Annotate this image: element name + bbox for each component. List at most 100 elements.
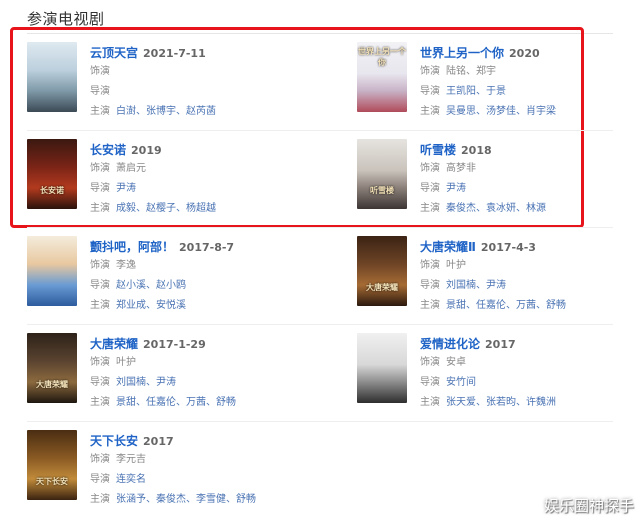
cast-member-link[interactable]: 任嘉伦	[146, 397, 176, 408]
cast-member-link[interactable]: 舒畅	[236, 494, 256, 505]
series-headline: 天下长安 2017	[90, 430, 330, 450]
series-date: 2017	[485, 338, 516, 351]
role-label: 饰演	[90, 357, 110, 368]
cast-line: 主演 张天爱、张若昀、许魏洲	[420, 393, 640, 413]
director-value[interactable]: 连奕名	[116, 474, 146, 485]
cast-separator: 、	[536, 300, 546, 311]
section-title: 参演电视剧	[27, 10, 105, 28]
cast-member-link[interactable]: 许魏洲	[526, 397, 556, 408]
series-info: 爱情进化论 2017 饰演 安卓 导演 安竹间 主演 张天爱、张若昀、许魏洲	[420, 333, 640, 413]
poster-image[interactable]	[27, 236, 77, 306]
cast-line: 主演 景甜、任嘉伦、万茜、舒畅	[420, 296, 640, 316]
poster-image[interactable]: 大唐荣耀	[27, 333, 77, 403]
poster-image[interactable]: 天下长安	[27, 430, 77, 500]
row-divider	[27, 421, 613, 422]
red-highlight-box	[10, 27, 584, 228]
row-divider	[27, 227, 613, 228]
cast-member-link[interactable]: 张涵予	[116, 494, 146, 505]
poster-title-art: 大唐荣耀	[36, 379, 68, 389]
series-headline: 大唐荣耀Ⅱ 2017-4-3	[420, 236, 640, 256]
cast-separator: 、	[146, 494, 156, 505]
cast-member-link[interactable]: 郑业成	[116, 300, 146, 311]
series-date: 2017-4-3	[480, 241, 536, 254]
series-date: 2017	[143, 435, 174, 448]
director-value[interactable]: 安竹间	[446, 377, 476, 388]
series-headline: 爱情进化论 2017	[420, 333, 640, 353]
role-label: 饰演	[90, 260, 110, 271]
role-line: 饰演 安卓	[420, 353, 640, 373]
role-label: 饰演	[90, 454, 110, 465]
cast-member-link[interactable]: 舒畅	[546, 300, 566, 311]
cast-member-link[interactable]: 万茜	[186, 397, 206, 408]
role-line: 饰演 李逸	[90, 256, 330, 276]
cast-member-link[interactable]: 张若昀	[486, 397, 516, 408]
cast-separator: 、	[206, 397, 216, 408]
role-line: 饰演 叶护	[90, 353, 330, 373]
role-value: 李逸	[116, 260, 136, 271]
tv-series-card: 天下长安 天下长安 2017 饰演 李元吉 导演 连奕名 主演 张涵予、秦俊杰、李雪健、舒畅	[27, 421, 327, 518]
cast-separator: 、	[186, 494, 196, 505]
series-title-link[interactable]: 天下长安	[90, 434, 138, 448]
director-label: 导演	[420, 377, 440, 388]
cast-separator: 、	[466, 300, 476, 311]
cast-member-link[interactable]: 景甜	[116, 397, 136, 408]
series-date: 2017-8-7	[179, 241, 235, 254]
role-value: 李元吉	[116, 454, 146, 465]
series-date: 2017-1-29	[143, 338, 206, 351]
cast-separator: 、	[146, 300, 156, 311]
cast-member-link[interactable]: 秦俊杰	[156, 494, 186, 505]
director-value[interactable]: 刘国楠、尹涛	[116, 377, 176, 388]
series-title-link[interactable]: 大唐荣耀Ⅱ	[420, 240, 476, 254]
director-label: 导演	[90, 377, 110, 388]
cast-separator: 、	[136, 397, 146, 408]
row-divider	[27, 130, 613, 131]
series-info: 颤抖吧，阿部！ 2017-8-7 饰演 李逸 导演 赵小溪、赵小鸥 主演 郑业成、安悦溪	[90, 236, 330, 316]
series-headline: 大唐荣耀 2017-1-29	[90, 333, 330, 353]
cast-member-link[interactable]: 舒畅	[216, 397, 236, 408]
cast-separator: 、	[476, 397, 486, 408]
cast-member-link[interactable]: 李雪健	[196, 494, 226, 505]
director-label: 导演	[420, 280, 440, 291]
director-value[interactable]: 刘国楠、尹涛	[446, 280, 506, 291]
director-line: 导演 连奕名	[90, 470, 330, 490]
series-info: 天下长安 2017 饰演 李元吉 导演 连奕名 主演 张涵予、秦俊杰、李雪健、舒畅	[90, 430, 330, 510]
role-value: 安卓	[446, 357, 466, 368]
cast-label: 主演	[420, 300, 440, 311]
series-title-link[interactable]: 大唐荣耀	[90, 337, 138, 351]
cast-label: 主演	[420, 397, 440, 408]
director-line: 导演 安竹间	[420, 373, 640, 393]
cast-member-link[interactable]: 任嘉伦	[476, 300, 506, 311]
cast-member-link[interactable]: 安悦溪	[156, 300, 186, 311]
role-label: 饰演	[420, 357, 440, 368]
cast-member-link[interactable]: 张天爱	[446, 397, 476, 408]
cast-label: 主演	[90, 494, 110, 505]
poster-image[interactable]	[357, 333, 407, 403]
row-divider	[27, 324, 613, 325]
role-value: 叶护	[116, 357, 136, 368]
director-line: 导演 赵小溪、赵小鸥	[90, 276, 330, 296]
cast-line: 主演 张涵予、秦俊杰、李雪健、舒畅	[90, 490, 330, 510]
director-line: 导演 刘国楠、尹涛	[420, 276, 640, 296]
watermark: 娱乐圈神探手	[543, 497, 634, 515]
poster-image[interactable]: 大唐荣耀	[357, 236, 407, 306]
cast-line: 主演 郑业成、安悦溪	[90, 296, 330, 316]
director-line: 导演 刘国楠、尹涛	[90, 373, 330, 393]
series-info: 大唐荣耀Ⅱ 2017-4-3 饰演 叶护 导演 刘国楠、尹涛 主演 景甜、任嘉伦、万茜、舒畅	[420, 236, 640, 316]
cast-member-link[interactable]: 万茜	[516, 300, 536, 311]
director-label: 导演	[90, 474, 110, 485]
cast-separator: 、	[516, 397, 526, 408]
series-title-link[interactable]: 颤抖吧，阿部！	[90, 240, 174, 254]
tv-series-card: 大唐荣耀 大唐荣耀Ⅱ 2017-4-3 饰演 叶护 导演 刘国楠、尹涛 主演 景甜、任嘉伦、万茜…	[357, 227, 640, 324]
cast-member-link[interactable]: 景甜	[446, 300, 466, 311]
cast-separator: 、	[176, 397, 186, 408]
series-title-link[interactable]: 爱情进化论	[420, 337, 480, 351]
cast-separator: 、	[226, 494, 236, 505]
tv-series-card: 颤抖吧，阿部！ 2017-8-7 饰演 李逸 导演 赵小溪、赵小鸥 主演 郑业成、安悦溪	[27, 227, 327, 324]
role-label: 饰演	[420, 260, 440, 271]
series-headline: 颤抖吧，阿部！ 2017-8-7	[90, 236, 330, 256]
tv-series-card: 爱情进化论 2017 饰演 安卓 导演 安竹间 主演 张天爱、张若昀、许魏洲	[357, 324, 640, 421]
role-line: 饰演 叶护	[420, 256, 640, 276]
director-value[interactable]: 赵小溪、赵小鸥	[116, 280, 186, 291]
cast-separator: 、	[506, 300, 516, 311]
director-label: 导演	[90, 280, 110, 291]
